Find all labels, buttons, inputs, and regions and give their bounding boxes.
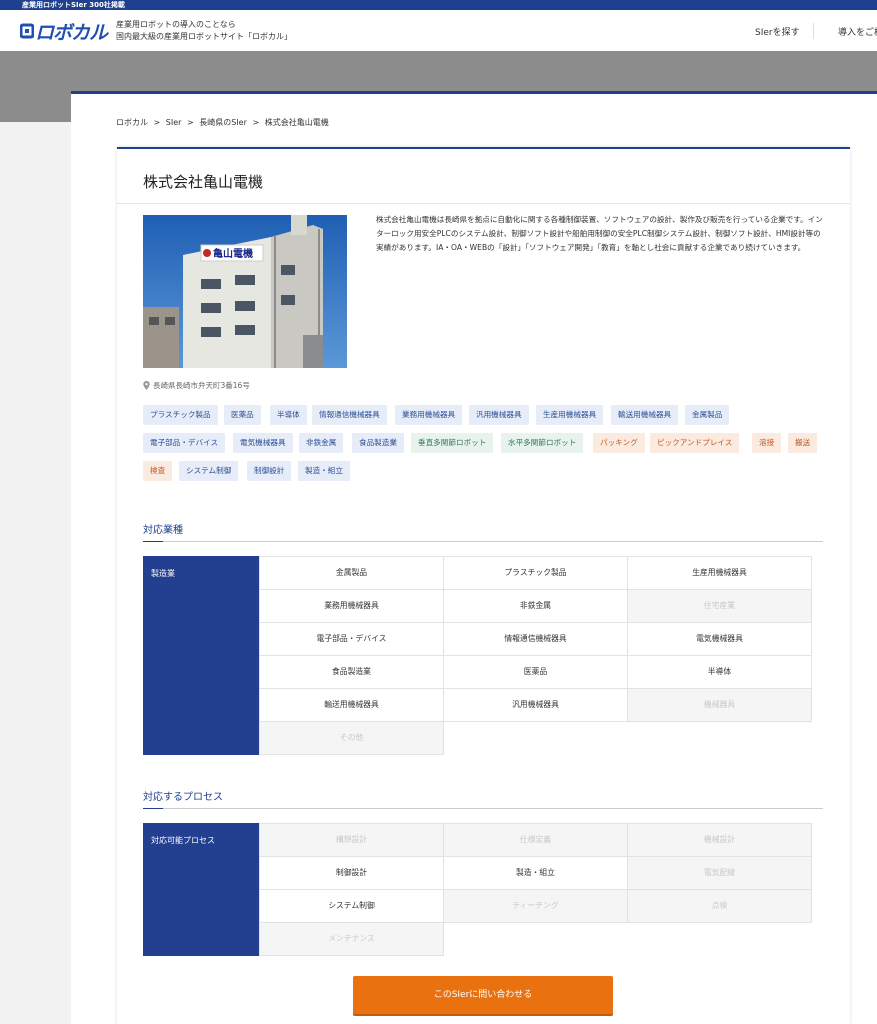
tag-item[interactable]: 輸送用機械器具 xyxy=(611,405,679,425)
tagline-line-2: 国内最大級の産業用ロボットサイト「ロボカル」 xyxy=(116,32,292,41)
tag-item[interactable]: 食品製造業 xyxy=(352,433,404,453)
industry-cell: 金属製品 xyxy=(259,556,444,590)
breadcrumb-separator: > xyxy=(187,118,194,127)
tag-item[interactable]: ピックアンドプレイス xyxy=(650,433,740,453)
processes-divider xyxy=(143,808,823,809)
industry-cell-disabled: 機械器具 xyxy=(627,688,812,722)
hero-banner xyxy=(0,51,877,91)
hero-banner-edge xyxy=(0,91,71,122)
address-text: 長崎県長崎市弁天町3番16号 xyxy=(153,381,250,390)
process-cell: システム制御 xyxy=(259,889,444,923)
tag-item[interactable]: 制御設計 xyxy=(247,461,292,481)
tag-item[interactable]: 製造・組立 xyxy=(298,461,350,481)
industries-grid: 製造業 金属製品 プラスチック製品 生産用機械器具 業務用機械器具 非鉄金属 住… xyxy=(143,556,813,755)
company-building-photo: 亀山電機 xyxy=(143,215,347,368)
company-title-row: 株式会社亀山電機 xyxy=(117,149,850,204)
process-cell-disabled: メンテナンス xyxy=(259,922,444,956)
breadcrumb: ロボカル > SIer > 長崎県のSIer > 株式会社亀山電機 xyxy=(116,117,332,128)
tag-item[interactable]: 検査 xyxy=(143,461,173,481)
building-sign-text: 亀山電機 xyxy=(213,247,253,260)
tag-item[interactable]: 非鉄金属 xyxy=(299,433,344,453)
tag-item[interactable]: 医薬品 xyxy=(224,405,261,425)
page-title: 株式会社亀山電機 xyxy=(143,173,264,191)
process-cell-disabled: ティーチング xyxy=(443,889,628,923)
processes-divider-accent xyxy=(143,808,163,809)
tag-item[interactable]: 電子部品・デバイス xyxy=(143,433,226,453)
tag-item[interactable]: 搬送 xyxy=(788,433,818,453)
industry-cell: 汎用機械器具 xyxy=(443,688,628,722)
header-tagline: 産業用ロボットの導入のことなら 国内最大級の産業用ロボットサイト「ロボカル」 xyxy=(116,19,292,43)
industry-cell: 情報通信機械器具 xyxy=(443,622,628,656)
breadcrumb-sier[interactable]: SIer xyxy=(166,118,182,127)
tag-item[interactable]: 業務用機械器具 xyxy=(395,405,463,425)
tag-item[interactable]: 電気機械器具 xyxy=(233,433,293,453)
industry-cell: 電気機械器具 xyxy=(627,622,812,656)
company-description: 株式会社亀山電機は長崎県を拠点に自動化に関する各種制御装置、ソフトウェアの設計、… xyxy=(376,215,823,252)
nav-divider xyxy=(813,23,814,39)
tag-item[interactable]: 生産用機械器具 xyxy=(536,405,604,425)
company-address: 長崎県長崎市弁天町3番16号 xyxy=(143,380,250,391)
tag-item[interactable]: システム制御 xyxy=(179,461,239,481)
industries-divider xyxy=(143,541,823,542)
industries-heading: 対応業種 xyxy=(143,525,183,536)
industry-cell: 医薬品 xyxy=(443,655,628,689)
contact-sier-button[interactable]: このSIerに問い合わせる xyxy=(353,976,613,1014)
tag-item[interactable]: プラスチック製品 xyxy=(143,405,218,425)
breadcrumb-current: 株式会社亀山電機 xyxy=(264,118,329,127)
industry-cell-disabled: 住宅産業 xyxy=(627,589,812,623)
top-announcement-bar: 産業用ロボットSIer 300社掲載 xyxy=(0,0,877,10)
tag-item[interactable]: 溶接 xyxy=(752,433,782,453)
industry-cell: 電子部品・デバイス xyxy=(259,622,444,656)
tag-item[interactable]: 水平多関節ロボット xyxy=(501,433,584,453)
industry-cell: 半導体 xyxy=(627,655,812,689)
tag-item[interactable]: 汎用機械器具 xyxy=(469,405,529,425)
industry-cell: 業務用機械器具 xyxy=(259,589,444,623)
industry-cell: 食品製造業 xyxy=(259,655,444,689)
tag-item[interactable]: 半導体 xyxy=(270,405,307,425)
location-pin-icon xyxy=(143,381,150,390)
industry-cell: 輸送用機械器具 xyxy=(259,688,444,722)
tag-item[interactable]: 金属製品 xyxy=(685,405,730,425)
process-cell-disabled: 電気配線 xyxy=(627,856,812,890)
industry-cell-disabled: その他 xyxy=(259,721,444,755)
process-cell-disabled: 構想設計 xyxy=(259,823,444,857)
industry-cell: プラスチック製品 xyxy=(443,556,628,590)
process-cell: 製造・組立 xyxy=(443,856,628,890)
industry-cell: 生産用機械器具 xyxy=(627,556,812,590)
processes-category-label: 対応可能プロセス xyxy=(143,823,259,956)
tag-item[interactable]: 垂直多関節ロボット xyxy=(411,433,494,453)
industries-category-label: 製造業 xyxy=(143,556,259,755)
site-header: ロボカル 産業用ロボットの導入のことなら 国内最大級の産業用ロボットサイト「ロボ… xyxy=(0,10,877,51)
tag-item[interactable]: パッキング xyxy=(593,433,645,453)
logo-text: ロボカル xyxy=(35,21,108,44)
breadcrumb-prefecture[interactable]: 長崎県のSIer xyxy=(199,118,247,127)
tag-item[interactable]: 情報通信機械器具 xyxy=(312,405,387,425)
breadcrumb-separator: > xyxy=(153,118,161,127)
process-cell-disabled: 点検 xyxy=(627,889,812,923)
process-cell-disabled: 機械設計 xyxy=(627,823,812,857)
breadcrumb-home[interactable]: ロボカル xyxy=(116,118,148,127)
process-cell: 制御設計 xyxy=(259,856,444,890)
tagline-line-1: 産業用ロボットの導入のことなら xyxy=(116,20,236,29)
nav-find-sier[interactable]: SIerを探す xyxy=(755,25,800,38)
industry-cell: 非鉄金属 xyxy=(443,589,628,623)
logo-mark-icon xyxy=(20,23,34,39)
company-card: 株式会社亀山電機 亀山電機 長崎県長崎市弁天町3番16号 株式会社亀山電機は長崎… xyxy=(117,147,850,1024)
processes-grid: 対応可能プロセス 構想設計 仕様定義 機械設計 制御設計 製造・組立 電気配線 … xyxy=(143,823,813,956)
process-cell-disabled: 仕様定義 xyxy=(443,823,628,857)
processes-heading: 対応するプロセス xyxy=(143,792,223,803)
nav-introduction[interactable]: 導入をご検 xyxy=(838,25,877,38)
site-logo[interactable]: ロボカル xyxy=(20,21,108,44)
industries-divider-accent xyxy=(143,541,163,542)
breadcrumb-separator: > xyxy=(252,118,260,127)
